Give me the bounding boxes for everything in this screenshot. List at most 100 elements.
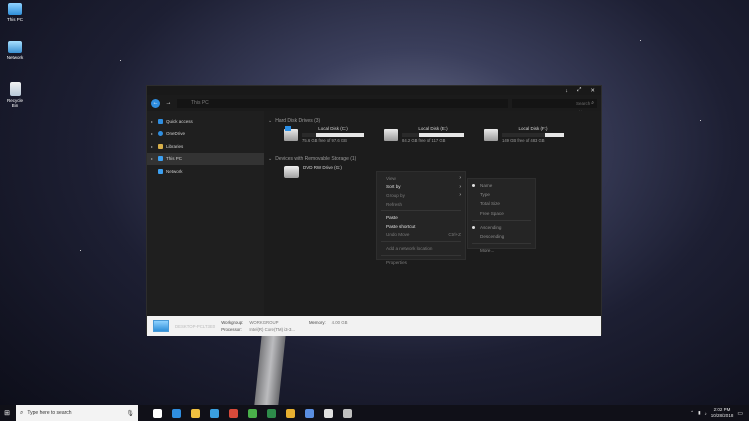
light-beam	[253, 330, 287, 410]
this-pc-icon	[8, 3, 22, 15]
taskbar-app-app-red[interactable]	[226, 406, 240, 420]
group-header-hard-disks[interactable]: ⌄ Hard Disk Drives (3)	[268, 116, 601, 126]
microphone-icon[interactable]: 🎙	[126, 410, 134, 417]
telegram-icon	[209, 408, 219, 418]
expand-arrow-icon[interactable]: ▸	[151, 144, 155, 149]
download-icon[interactable]: ↓	[565, 88, 568, 94]
sidebar-item-label: OneDrive	[166, 131, 186, 137]
computer-icon	[153, 320, 169, 332]
sort-order-descending[interactable]: Descending	[468, 232, 535, 241]
search-icon: ⌕	[20, 409, 24, 416]
taskbar-app-settings[interactable]	[321, 406, 335, 420]
drive-f[interactable]: Local Disk (F:) 149 GB free of 483 GB	[484, 126, 564, 150]
taskbar-search-box[interactable]: ⌕ Type here to search 🎙	[16, 405, 138, 421]
desktop-icon-this-pc[interactable]: This PC	[4, 3, 26, 22]
taskbar-app-telegram[interactable]	[207, 406, 221, 420]
menu-item-label: Group by	[386, 192, 405, 198]
desktop-icon-network[interactable]: Network	[4, 41, 26, 60]
address-bar[interactable]: This PC	[177, 98, 508, 108]
sort-option-name[interactable]: Name	[468, 181, 535, 190]
sidebar-item-quick-access[interactable]: ▸ Quick access	[147, 115, 264, 128]
sidebar-item-label: Quick access	[166, 118, 193, 124]
menu-item-properties[interactable]: Properties	[377, 258, 465, 267]
menu-item-refresh[interactable]: Refresh	[377, 200, 465, 209]
menu-separator	[381, 254, 461, 256]
menu-item-sort-by[interactable]: Sort by ›	[377, 183, 465, 192]
maximize-icon[interactable]: ⤢	[577, 87, 581, 94]
search-box[interactable]: Search This PC ⌕	[512, 98, 597, 115]
taskbar-app-chrome[interactable]	[283, 406, 297, 420]
app-gray-icon	[342, 408, 352, 418]
menu-item-paste-shortcut[interactable]: Paste shortcut	[377, 222, 465, 231]
sort-order-ascending[interactable]: Ascending	[468, 223, 535, 232]
close-icon[interactable]: ✕	[590, 88, 595, 94]
workgroup-value: WORKGROUP	[249, 320, 279, 325]
taskbar-app-app-excel[interactable]	[264, 406, 278, 420]
drive-free-space: 75.6 GB free of 97.6 GB	[302, 138, 347, 143]
submenu-item-label: Free Space	[480, 210, 504, 216]
menu-item-view[interactable]: View ›	[377, 174, 465, 183]
taskbar-app-task-view[interactable]	[150, 406, 164, 420]
desktop-icon-recycle-bin[interactable]: Recycle Bin	[4, 82, 26, 108]
taskbar-app-app-blue[interactable]	[302, 406, 316, 420]
taskbar-app-app-gray[interactable]	[340, 406, 354, 420]
menu-separator	[381, 210, 461, 212]
start-button[interactable]: ⊞	[0, 405, 14, 421]
sort-by-submenu: Name Type Total Size Free Space Ascendin…	[467, 178, 536, 253]
hard-drive-icon	[484, 129, 498, 141]
submenu-arrow-icon: ›	[459, 175, 461, 182]
notifications-icon[interactable]: ▭	[737, 410, 743, 417]
expand-arrow-icon[interactable]: ▸	[151, 119, 155, 124]
group-header-removable[interactable]: ⌄ Devices with Removable Storage (1)	[268, 154, 601, 164]
sidebar-item-network[interactable]: Network	[147, 165, 264, 178]
sidebar-item-libraries[interactable]: ▸ Libraries	[147, 140, 264, 153]
sort-option-type[interactable]: Type	[468, 190, 535, 199]
menu-item-label: Add a network location	[386, 245, 433, 251]
sidebar-item-this-pc[interactable]: ▸ This PC	[147, 152, 264, 165]
menu-item-add-network-location[interactable]: Add a network location	[377, 244, 465, 253]
workgroup-label: Workgroup:	[221, 320, 244, 325]
sidebar-item-label: This PC	[166, 156, 183, 162]
taskbar-app-app-green[interactable]	[245, 406, 259, 420]
clock[interactable]: 2:02 PM 10/28/2018	[711, 407, 734, 419]
back-button[interactable]: ←	[151, 98, 160, 108]
drive-name: Local Disk (C:)	[318, 126, 348, 131]
chrome-icon	[285, 408, 295, 418]
menu-item-label: Undo Move	[386, 232, 410, 238]
forward-button[interactable]: →	[164, 99, 173, 108]
drive-name: Local Disk (E:)	[418, 126, 448, 131]
tray-expand-icon[interactable]: ⌃	[690, 410, 694, 416]
computer-icon	[158, 156, 163, 162]
taskbar-app-file-explorer[interactable]	[188, 406, 202, 420]
expand-arrow-icon[interactable]: ▸	[151, 131, 155, 136]
selected-dot-icon	[472, 184, 475, 187]
sort-option-more[interactable]: More...	[468, 246, 535, 255]
desktop-icon-label: Network	[6, 55, 24, 60]
drive-name: DVD RW Drive (G:)	[303, 165, 342, 170]
network-icon[interactable]: ▮	[698, 410, 700, 416]
sidebar-item-label: Network	[166, 168, 183, 174]
app-red-icon	[228, 408, 238, 418]
sidebar-item-onedrive[interactable]: ▸ OneDrive	[147, 128, 264, 141]
expand-arrow-icon[interactable]: ▸	[151, 156, 155, 161]
task-view-icon	[152, 408, 162, 418]
volume-icon[interactable]: ♪	[705, 411, 707, 416]
collapse-chevron-icon: ⌄	[268, 156, 273, 162]
taskbar-app-edge[interactable]	[169, 406, 183, 420]
drive-e[interactable]: Local Disk (E:) 84.2 GB free of 117 GB	[384, 126, 464, 150]
drive-c[interactable]: Local Disk (C:) 75.6 GB free of 97.6 GB	[284, 126, 364, 150]
context-menu: View › Sort by › Group by › Refresh Paste P…	[376, 171, 466, 265]
menu-item-paste[interactable]: Paste	[377, 213, 465, 222]
desktop-icon-label: Recycle Bin	[6, 98, 23, 108]
libraries-icon	[158, 143, 163, 149]
menu-item-group-by[interactable]: Group by ›	[377, 191, 465, 200]
sidebar-item-label: Libraries	[166, 143, 184, 149]
navigation-pane: ▸ Quick access ▸ OneDrive ▸ Libraries ▸ …	[147, 111, 264, 316]
memory-label: Memory:	[308, 320, 326, 325]
menu-item-label: Properties	[386, 259, 407, 265]
collapse-chevron-icon: ⌄	[268, 118, 273, 124]
sort-option-free-space[interactable]: Free Space	[468, 209, 535, 218]
menu-item-undo-move[interactable]: Undo Move Ctrl+Z	[377, 231, 465, 240]
sort-option-total-size[interactable]: Total Size	[468, 199, 535, 208]
usage-fill	[402, 133, 420, 137]
